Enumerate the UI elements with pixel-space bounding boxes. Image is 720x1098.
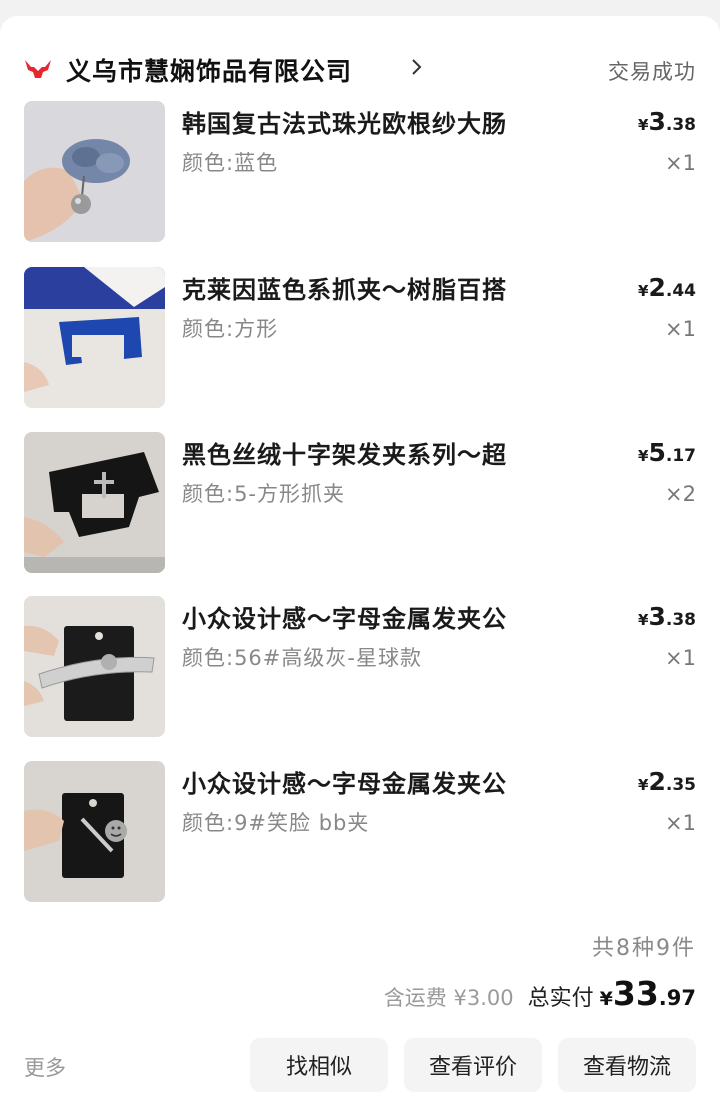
shop-name[interactable]: 义乌市慧娴饰品有限公司 bbox=[66, 52, 352, 88]
product-variant: 颜色:方形 bbox=[182, 317, 279, 341]
product-quantity: ×1 bbox=[665, 811, 696, 835]
price-integer: 3 bbox=[648, 602, 666, 631]
view-review-button[interactable]: 查看评价 bbox=[404, 1038, 542, 1092]
chevron-right-icon[interactable] bbox=[410, 54, 424, 80]
price-currency: ¥ bbox=[638, 282, 649, 300]
product-thumbnail[interactable] bbox=[24, 432, 165, 573]
order-total-row: 含运费 ¥3.00 总实付 ¥33.97 bbox=[384, 974, 696, 1018]
more-link[interactable]: 更多 bbox=[24, 1052, 66, 1082]
price-currency: ¥ bbox=[638, 447, 649, 465]
price-decimal: .17 bbox=[665, 446, 696, 466]
product-thumbnail[interactable] bbox=[24, 596, 165, 737]
product-variant: 颜色:蓝色 bbox=[182, 151, 279, 175]
total-currency: ¥ bbox=[599, 988, 613, 1010]
product-thumbnail[interactable] bbox=[24, 101, 165, 242]
product-title[interactable]: 黑色丝绒十字架发夹系列～超 bbox=[182, 435, 507, 470]
product-price: ¥3.38 bbox=[638, 602, 696, 631]
product-title[interactable]: 小众设计感～字母金属发夹公 bbox=[182, 599, 507, 634]
order-item[interactable]: 小众设计感～字母金属发夹公 颜色:56#高级灰-星球款 ¥3.38 ×1 bbox=[24, 596, 696, 738]
product-title[interactable]: 小众设计感～字母金属发夹公 bbox=[182, 764, 507, 799]
order-item[interactable]: 黑色丝绒十字架发夹系列～超 颜色:5-方形抓夹 ¥5.17 ×2 bbox=[24, 432, 696, 574]
red-bull-logo-icon bbox=[25, 60, 51, 78]
price-decimal: .38 bbox=[665, 610, 696, 630]
product-variant: 颜色:56#高级灰-星球款 bbox=[182, 646, 422, 670]
price-integer: 5 bbox=[648, 438, 666, 467]
price-integer: 2 bbox=[648, 767, 666, 796]
total-integer: 33 bbox=[612, 974, 659, 1013]
product-price: ¥2.35 bbox=[638, 767, 696, 796]
view-logistics-button[interactable]: 查看物流 bbox=[558, 1038, 696, 1092]
product-thumbnail[interactable] bbox=[24, 267, 165, 408]
product-price: ¥2.44 bbox=[638, 273, 696, 302]
product-price: ¥3.38 bbox=[638, 107, 696, 136]
product-variant: 颜色:9#笑脸 bb夹 bbox=[182, 811, 370, 835]
find-similar-button[interactable]: 找相似 bbox=[250, 1038, 388, 1092]
order-status: 交易成功 bbox=[608, 60, 696, 84]
price-decimal: .35 bbox=[665, 775, 696, 795]
shop-header[interactable]: 义乌市慧娴饰品有限公司 交易成功 bbox=[24, 50, 696, 94]
product-variant: 颜色:5-方形抓夹 bbox=[182, 482, 346, 506]
product-thumbnail[interactable] bbox=[24, 761, 165, 902]
price-currency: ¥ bbox=[638, 611, 649, 629]
price-currency: ¥ bbox=[638, 116, 649, 134]
product-quantity: ×1 bbox=[665, 151, 696, 175]
price-integer: 2 bbox=[648, 273, 666, 302]
total-decimal: .97 bbox=[658, 986, 696, 1010]
price-integer: 3 bbox=[648, 107, 666, 136]
product-price: ¥5.17 bbox=[638, 438, 696, 467]
product-quantity: ×1 bbox=[665, 317, 696, 341]
shipping-fee: 含运费 ¥3.00 bbox=[383, 986, 514, 1010]
price-currency: ¥ bbox=[638, 776, 649, 794]
price-decimal: .38 bbox=[665, 115, 696, 135]
order-item[interactable]: 韩国复古法式珠光欧根纱大肠 颜色:蓝色 ¥3.38 ×1 bbox=[24, 101, 696, 243]
price-decimal: .44 bbox=[665, 281, 696, 301]
order-item[interactable]: 小众设计感～字母金属发夹公 颜色:9#笑脸 bb夹 ¥2.35 ×1 bbox=[24, 761, 696, 903]
product-title[interactable]: 克莱因蓝色系抓夹～树脂百搭 bbox=[182, 270, 507, 305]
item-count: 共8种9件 bbox=[592, 936, 696, 961]
order-card: 义乌市慧娴饰品有限公司 交易成功 韩国复古法式珠光欧根纱大肠 颜色:蓝色 ¥3.… bbox=[0, 16, 720, 1098]
total-label: 总实付 bbox=[527, 986, 594, 1011]
order-item[interactable]: 克莱因蓝色系抓夹～树脂百搭 颜色:方形 ¥2.44 ×1 bbox=[24, 267, 696, 409]
product-quantity: ×1 bbox=[665, 646, 696, 670]
product-quantity: ×2 bbox=[665, 482, 696, 506]
product-title[interactable]: 韩国复古法式珠光欧根纱大肠 bbox=[182, 104, 507, 139]
